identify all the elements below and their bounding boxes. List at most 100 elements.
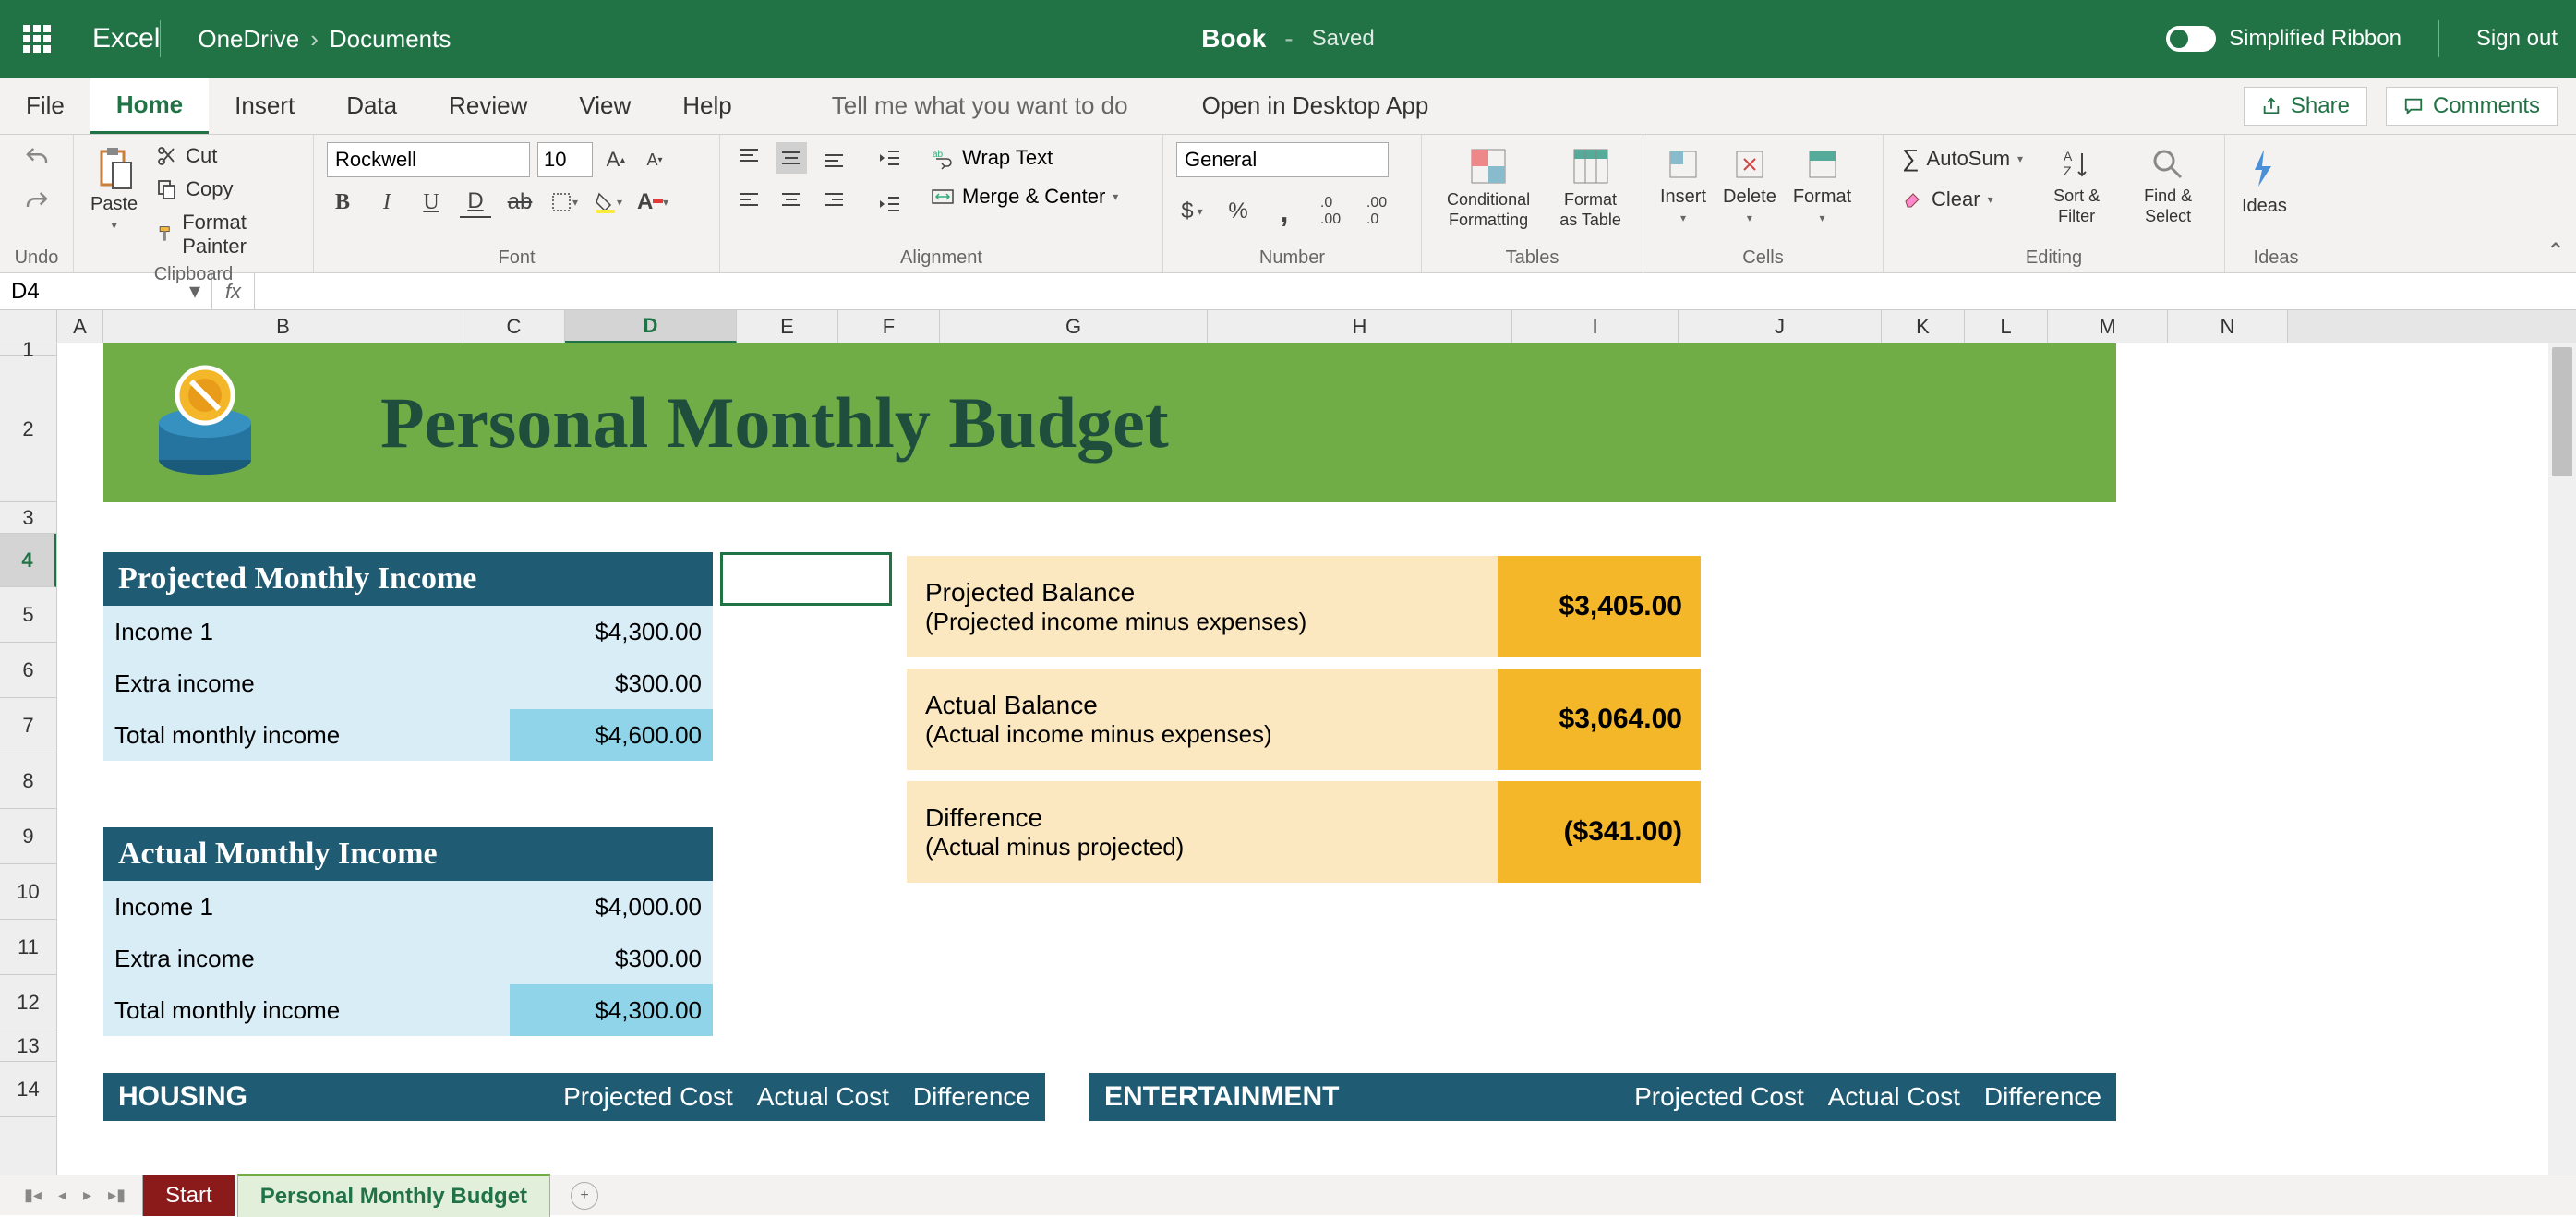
undo-button[interactable] xyxy=(21,142,53,174)
wrap-text-button[interactable]: abWrap Text xyxy=(927,142,1122,174)
tab-home[interactable]: Home xyxy=(90,78,209,134)
percent-button[interactable]: % xyxy=(1222,196,1254,227)
column-header-K[interactable]: K xyxy=(1882,310,1965,343)
row-header-13[interactable]: 13 xyxy=(0,1030,56,1062)
proj-extra-value[interactable]: $300.00 xyxy=(510,657,713,709)
strikethrough-button[interactable]: ab xyxy=(504,187,536,218)
merge-center-button[interactable]: Merge & Center▾ xyxy=(927,181,1122,212)
column-header-D[interactable]: D xyxy=(565,310,737,343)
comments-button[interactable]: Comments xyxy=(2386,87,2558,126)
act-balance-label-cell[interactable]: Actual Balance(Actual income minus expen… xyxy=(907,669,1498,770)
open-in-desktop-button[interactable]: Open in Desktop App xyxy=(1202,78,1429,134)
align-right-button[interactable] xyxy=(818,185,849,216)
proj-balance-value[interactable]: $3,405.00 xyxy=(1498,556,1701,657)
row-header-4[interactable]: 4 xyxy=(0,534,56,587)
simplified-ribbon-toggle[interactable] xyxy=(2166,26,2216,52)
align-center-button[interactable] xyxy=(776,185,807,216)
row-header-9[interactable]: 9 xyxy=(0,809,56,864)
column-header-C[interactable]: C xyxy=(463,310,565,343)
increase-indent-button[interactable] xyxy=(873,188,905,220)
row-header-1[interactable]: 1 xyxy=(0,343,56,356)
column-header-N[interactable]: N xyxy=(2168,310,2288,343)
format-painter-button[interactable]: Format Painter xyxy=(150,209,300,260)
app-name[interactable]: Excel xyxy=(92,23,160,54)
redo-button[interactable] xyxy=(21,187,53,218)
act-income1-value[interactable]: $4,000.00 xyxy=(510,881,713,933)
align-top-button[interactable] xyxy=(733,142,764,174)
formula-input[interactable] xyxy=(255,273,2576,309)
column-header-I[interactable]: I xyxy=(1512,310,1679,343)
tab-file[interactable]: File xyxy=(0,78,90,134)
row-header-12[interactable]: 12 xyxy=(0,975,56,1030)
tell-me-search[interactable]: Tell me what you want to do xyxy=(832,78,1128,134)
act-extra-value[interactable]: $300.00 xyxy=(510,933,713,984)
font-size-select[interactable] xyxy=(537,142,593,177)
comma-button[interactable]: , xyxy=(1269,196,1300,227)
proj-income1-value[interactable]: $4,300.00 xyxy=(510,606,713,657)
act-balance-value[interactable]: $3,064.00 xyxy=(1498,669,1701,770)
increase-decimal-button[interactable]: .0.00 xyxy=(1315,196,1346,227)
column-header-F[interactable]: F xyxy=(838,310,940,343)
conditional-formatting-button[interactable]: Conditional Formatting xyxy=(1435,142,1542,234)
act-total-label[interactable]: Total monthly income xyxy=(103,984,510,1036)
act-extra-label[interactable]: Extra income xyxy=(103,933,510,984)
tab-help[interactable]: Help xyxy=(656,78,757,134)
row-header-10[interactable]: 10 xyxy=(0,864,56,920)
row-header-6[interactable]: 6 xyxy=(0,643,56,698)
format-as-table-button[interactable]: Format as Table xyxy=(1551,142,1630,234)
column-header-G[interactable]: G xyxy=(940,310,1208,343)
currency-button[interactable]: $▾ xyxy=(1176,196,1208,227)
tab-review[interactable]: Review xyxy=(423,78,553,134)
bold-button[interactable]: B xyxy=(327,187,358,218)
column-header-A[interactable]: A xyxy=(57,310,103,343)
act-total-value[interactable]: $4,300.00 xyxy=(510,984,713,1036)
row-header-7[interactable]: 7 xyxy=(0,698,56,753)
align-middle-button[interactable] xyxy=(776,142,807,174)
breadcrumb-documents[interactable]: Documents xyxy=(330,25,451,54)
underline-button[interactable]: U xyxy=(415,187,447,218)
sheet-tab-start[interactable]: Start xyxy=(142,1175,235,1216)
column-header-H[interactable]: H xyxy=(1208,310,1512,343)
app-launcher-button[interactable] xyxy=(18,20,55,57)
vscroll-thumb[interactable] xyxy=(2552,347,2572,476)
diff-balance-label-cell[interactable]: Difference(Actual minus projected) xyxy=(907,781,1498,883)
find-select-button[interactable]: Find & Select xyxy=(2125,142,2211,230)
column-header-B[interactable]: B xyxy=(103,310,463,343)
column-header-L[interactable]: L xyxy=(1965,310,2048,343)
sheet-tab-budget[interactable]: Personal Monthly Budget xyxy=(237,1174,550,1217)
italic-button[interactable]: I xyxy=(371,187,403,218)
cut-button[interactable]: Cut xyxy=(150,142,300,170)
sheet-first-button[interactable]: ▮◂ xyxy=(24,1186,42,1205)
delete-cells-button[interactable]: Delete▾ xyxy=(1719,142,1780,228)
font-color-button[interactable]: A▾ xyxy=(637,187,668,218)
double-underline-button[interactable]: D xyxy=(460,187,491,218)
sheet-next-button[interactable]: ▸ xyxy=(83,1186,91,1205)
decrease-decimal-button[interactable]: .00.0 xyxy=(1361,196,1392,227)
column-header-E[interactable]: E xyxy=(737,310,838,343)
grid-content[interactable]: Personal Monthly Budget Projected Monthl… xyxy=(57,343,2576,1211)
row-header-11[interactable]: 11 xyxy=(0,920,56,975)
sheet-last-button[interactable]: ▸▮ xyxy=(108,1186,126,1205)
copy-button[interactable]: Copy xyxy=(150,175,300,203)
shrink-font-button[interactable]: A▾ xyxy=(639,144,670,175)
sheet-prev-button[interactable]: ◂ xyxy=(58,1186,66,1205)
tab-view[interactable]: View xyxy=(553,78,656,134)
row-header-8[interactable]: 8 xyxy=(0,753,56,809)
clear-button[interactable]: Clear▾ xyxy=(1896,186,2028,213)
act-income1-label[interactable]: Income 1 xyxy=(103,881,510,933)
sort-filter-button[interactable]: AZSort & Filter xyxy=(2038,142,2115,230)
total-income-label[interactable]: Total monthly income xyxy=(103,709,510,761)
row-header-2[interactable]: 2 xyxy=(0,356,56,502)
ideas-button[interactable]: Ideas xyxy=(2238,142,2291,221)
proj-balance-label-cell[interactable]: Projected Balance(Projected income minus… xyxy=(907,556,1498,657)
fill-color-button[interactable]: ▾ xyxy=(593,187,624,218)
row-header-14[interactable]: 14 xyxy=(0,1062,56,1117)
row-header-5[interactable]: 5 xyxy=(0,587,56,643)
breadcrumb-onedrive[interactable]: OneDrive xyxy=(198,25,299,54)
grow-font-button[interactable]: A▴ xyxy=(600,144,632,175)
borders-button[interactable]: ▾ xyxy=(548,187,580,218)
autosum-button[interactable]: ∑AutoSum▾ xyxy=(1896,142,2028,175)
insert-cells-button[interactable]: Insert▾ xyxy=(1656,142,1710,228)
share-button[interactable]: Share xyxy=(2244,87,2367,126)
font-name-select[interactable] xyxy=(327,142,530,177)
